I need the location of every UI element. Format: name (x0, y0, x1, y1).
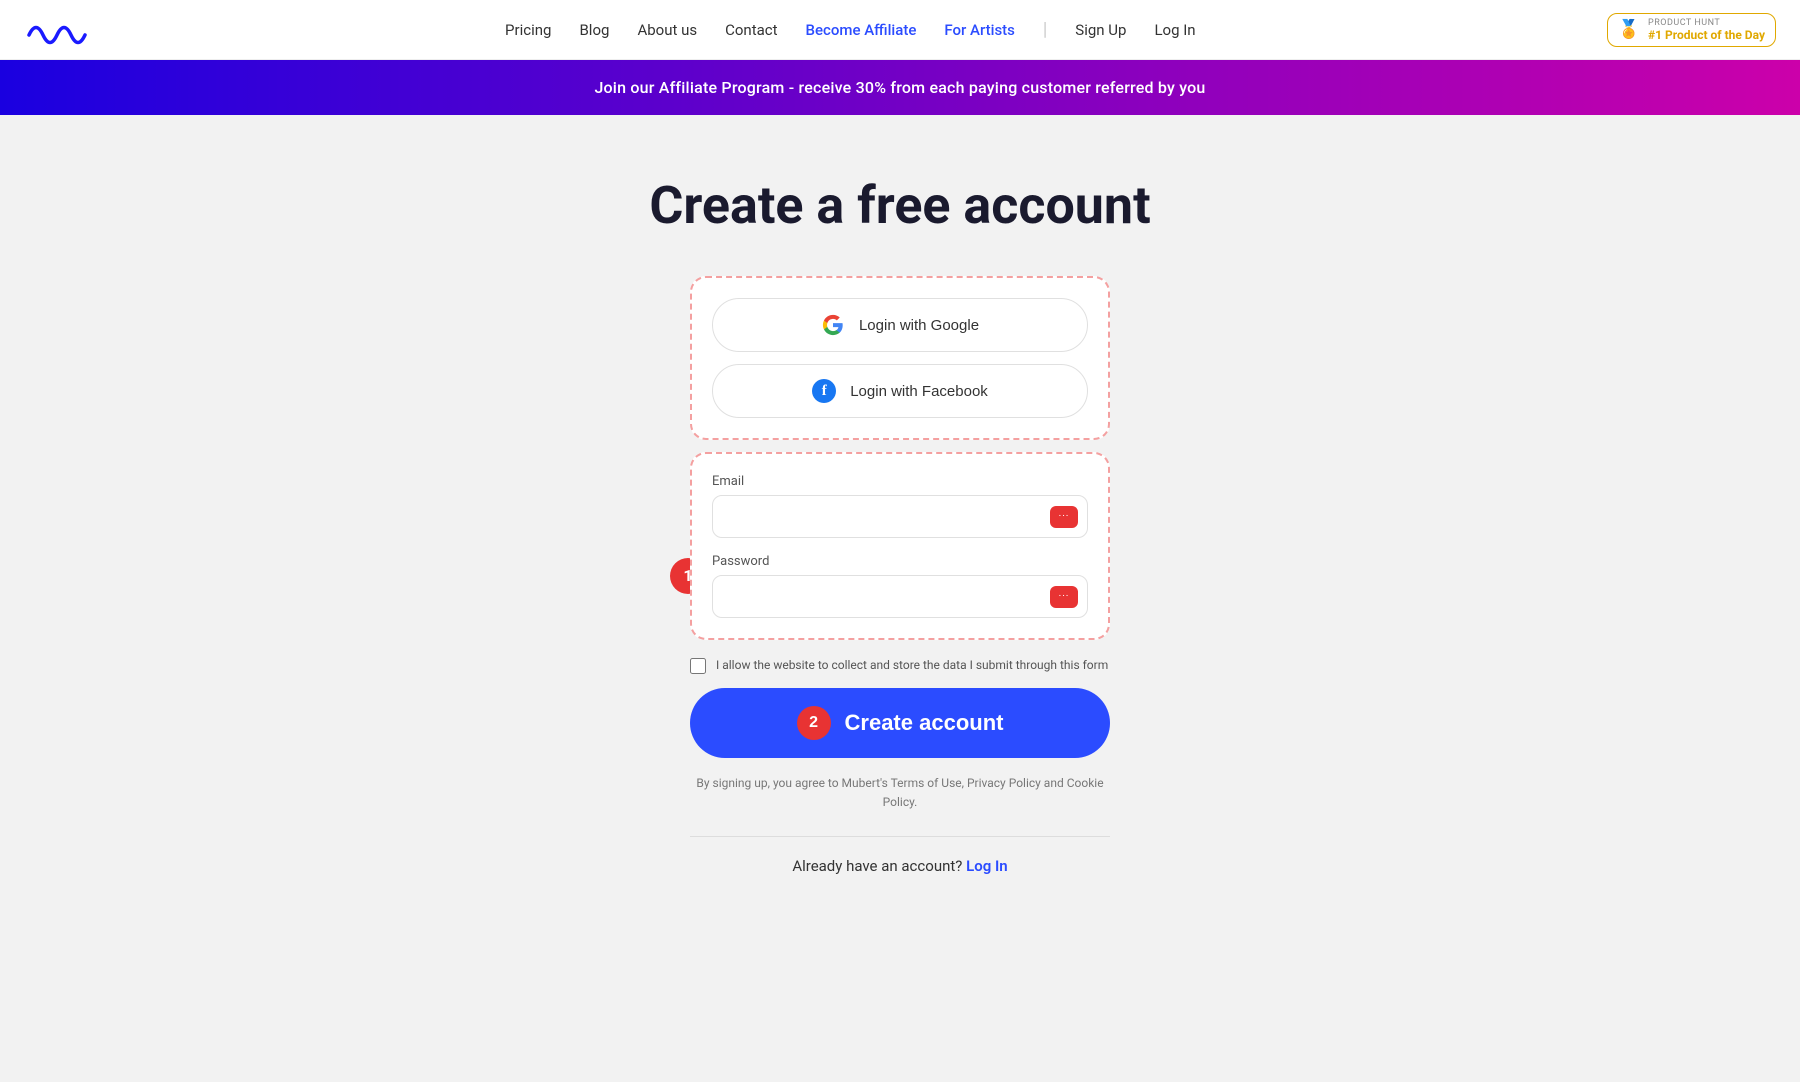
medal-icon: 🏅 (1618, 19, 1640, 40)
create-account-button[interactable]: 2 Create account (690, 688, 1110, 758)
logo[interactable] (24, 15, 94, 45)
nav-login[interactable]: Log In (1154, 21, 1195, 39)
product-hunt-badge[interactable]: 🏅 PRODUCT HUNT #1 Product of the Day (1607, 13, 1776, 47)
google-icon (821, 313, 845, 337)
password-icon: ··· (1050, 586, 1078, 608)
email-icon: ··· (1050, 506, 1078, 528)
nav-for-artists[interactable]: For Artists (944, 21, 1015, 39)
already-account-row: Already have an account? Log In (690, 857, 1110, 875)
nav-affiliate[interactable]: Become Affiliate (806, 21, 917, 39)
affiliate-banner[interactable]: Join our Affiliate Program - receive 30%… (0, 60, 1800, 115)
facebook-icon: f (812, 379, 836, 403)
password-input[interactable] (712, 575, 1088, 618)
facebook-login-button[interactable]: f Login with Facebook (712, 364, 1088, 418)
nav-links: Pricing Blog About us Contact Become Aff… (505, 19, 1196, 40)
page-title: Create a free account (649, 175, 1150, 236)
nav-signup[interactable]: Sign Up (1075, 21, 1126, 39)
social-login-box: Login with Google f Login with Facebook (690, 276, 1110, 440)
nav-blog[interactable]: Blog (579, 21, 609, 39)
section-divider (690, 836, 1110, 837)
password-group: Password ··· (712, 554, 1088, 618)
nav-contact[interactable]: Contact (725, 21, 777, 39)
navbar: Pricing Blog About us Contact Become Aff… (0, 0, 1800, 60)
already-text: Already have an account? (792, 857, 962, 875)
google-login-label: Login with Google (859, 317, 979, 334)
ph-text: PRODUCT HUNT #1 Product of the Day (1648, 18, 1765, 42)
email-input[interactable] (712, 495, 1088, 538)
consent-checkbox[interactable] (690, 658, 706, 674)
email-input-wrap: ··· (712, 495, 1088, 538)
credentials-box: Email ··· Password ··· (690, 452, 1110, 640)
create-account-label: Create account (845, 710, 1004, 736)
ph-product: #1 Product of the Day (1648, 28, 1765, 42)
nav-pricing[interactable]: Pricing (505, 21, 551, 39)
nav-divider: | (1043, 19, 1047, 40)
step2-badge: 2 (797, 706, 831, 740)
password-input-wrap: ··· (712, 575, 1088, 618)
email-group: Email ··· (712, 474, 1088, 538)
password-label: Password (712, 554, 1088, 569)
banner-text: Join our Affiliate Program - receive 30%… (594, 78, 1205, 97)
google-login-button[interactable]: Login with Google (712, 298, 1088, 352)
ph-title: PRODUCT HUNT (1648, 18, 1765, 28)
create-account-wrap: 2 Create account (690, 688, 1110, 758)
terms-text: By signing up, you agree to Mubert's Ter… (690, 774, 1110, 812)
facebook-login-label: Login with Facebook (850, 383, 988, 400)
form-section: 1 Login with Google f Login wit (690, 276, 1110, 875)
email-label: Email (712, 474, 1088, 489)
login-link[interactable]: Log In (966, 857, 1008, 875)
nav-about[interactable]: About us (637, 21, 697, 39)
main-content: Create a free account 1 Login with Googl… (0, 115, 1800, 955)
consent-row: I allow the website to collect and store… (690, 656, 1110, 674)
consent-label: I allow the website to collect and store… (716, 656, 1108, 674)
